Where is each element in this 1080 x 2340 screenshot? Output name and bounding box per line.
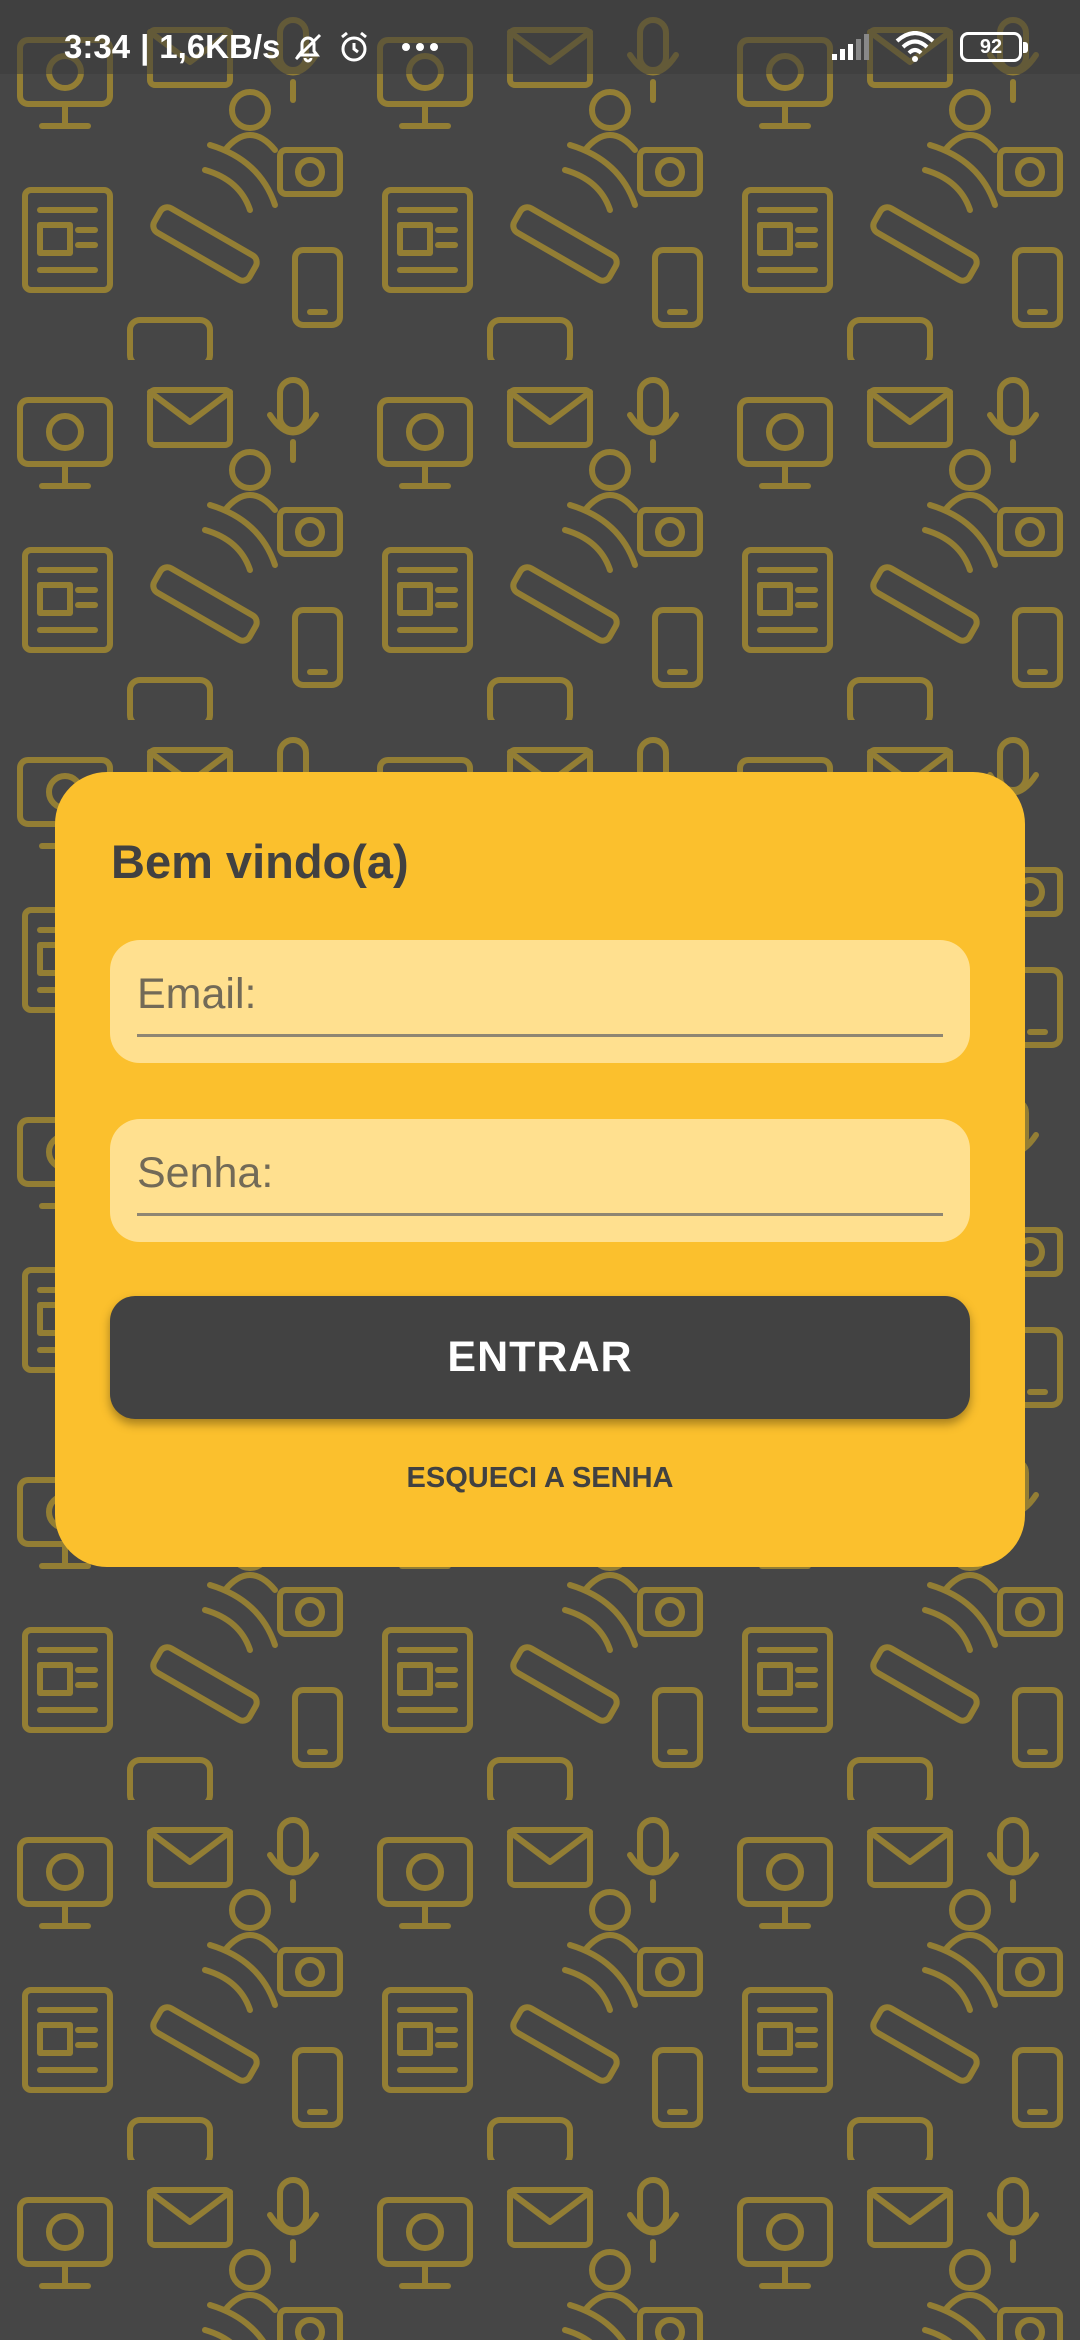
status-bar: 3:34 | 1,6KB/s 92 [0,0,1080,74]
email-input[interactable] [137,954,943,1037]
status-bar-right: 92 [830,0,1028,94]
password-input[interactable] [137,1133,943,1216]
alarm-icon [336,29,372,65]
email-field-container [110,940,970,1063]
battery-icon: 92 [960,32,1028,62]
battery-level: 92 [979,35,1003,58]
wifi-icon [894,31,936,63]
notifications-muted-icon [290,29,326,65]
password-field-container [110,1119,970,1242]
forgot-password-link[interactable]: ESQUECI A SENHA [110,1462,970,1495]
login-card: Bem vindo(a) ENTRAR ESQUECI A SENHA [55,772,1025,1567]
welcome-title: Bem vindo(a) [111,835,409,888]
signal-icon [830,32,870,62]
status-network-speed: 1,6KB/s [159,28,281,65]
status-separator: | [140,28,150,65]
status-time: 3:34 [64,28,131,65]
more-icon [400,41,440,53]
enter-button[interactable]: ENTRAR [110,1296,970,1419]
status-bar-left: 3:34 | 1,6KB/s [64,0,440,94]
